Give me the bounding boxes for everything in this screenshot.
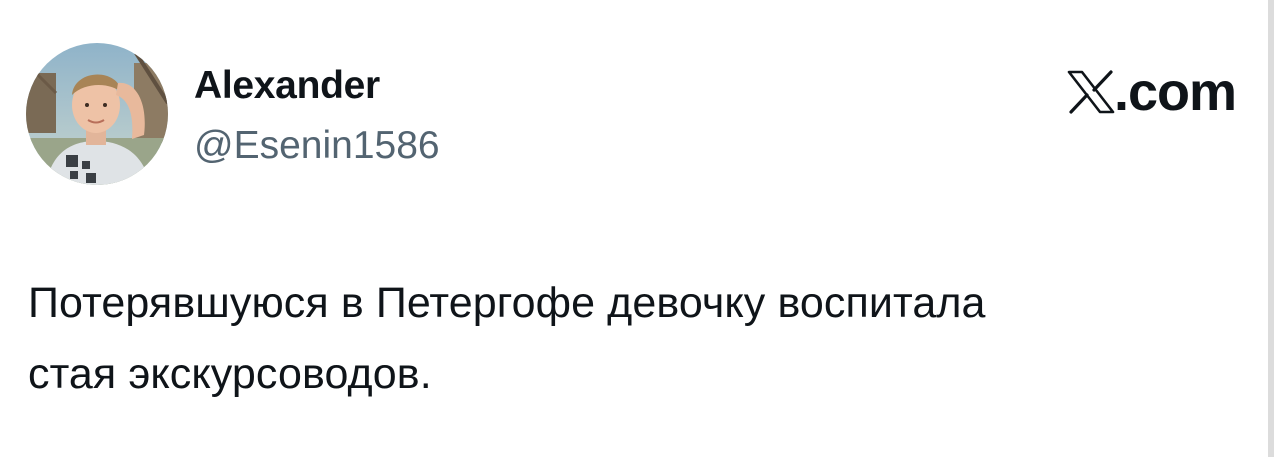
brand-domain-suffix: .com <box>1113 62 1237 122</box>
avatar-photo-icon <box>26 43 168 185</box>
author-display-name[interactable]: Alexander <box>194 62 380 110</box>
tweet-text-line-2: стая экскурсоводов. <box>28 350 432 398</box>
right-edge-border <box>1268 0 1274 457</box>
tweet-text: Потерявшуюся в Петергофе девочку воспита… <box>28 268 1258 410</box>
author-handle[interactable]: @Esenin1586 <box>194 122 440 170</box>
brand-logo: .com <box>1066 62 1237 122</box>
tweet-text-line-1: Потерявшуюся в Петергофе девочку воспита… <box>28 279 986 327</box>
avatar[interactable] <box>26 43 168 185</box>
x-logo-icon <box>1067 70 1115 114</box>
